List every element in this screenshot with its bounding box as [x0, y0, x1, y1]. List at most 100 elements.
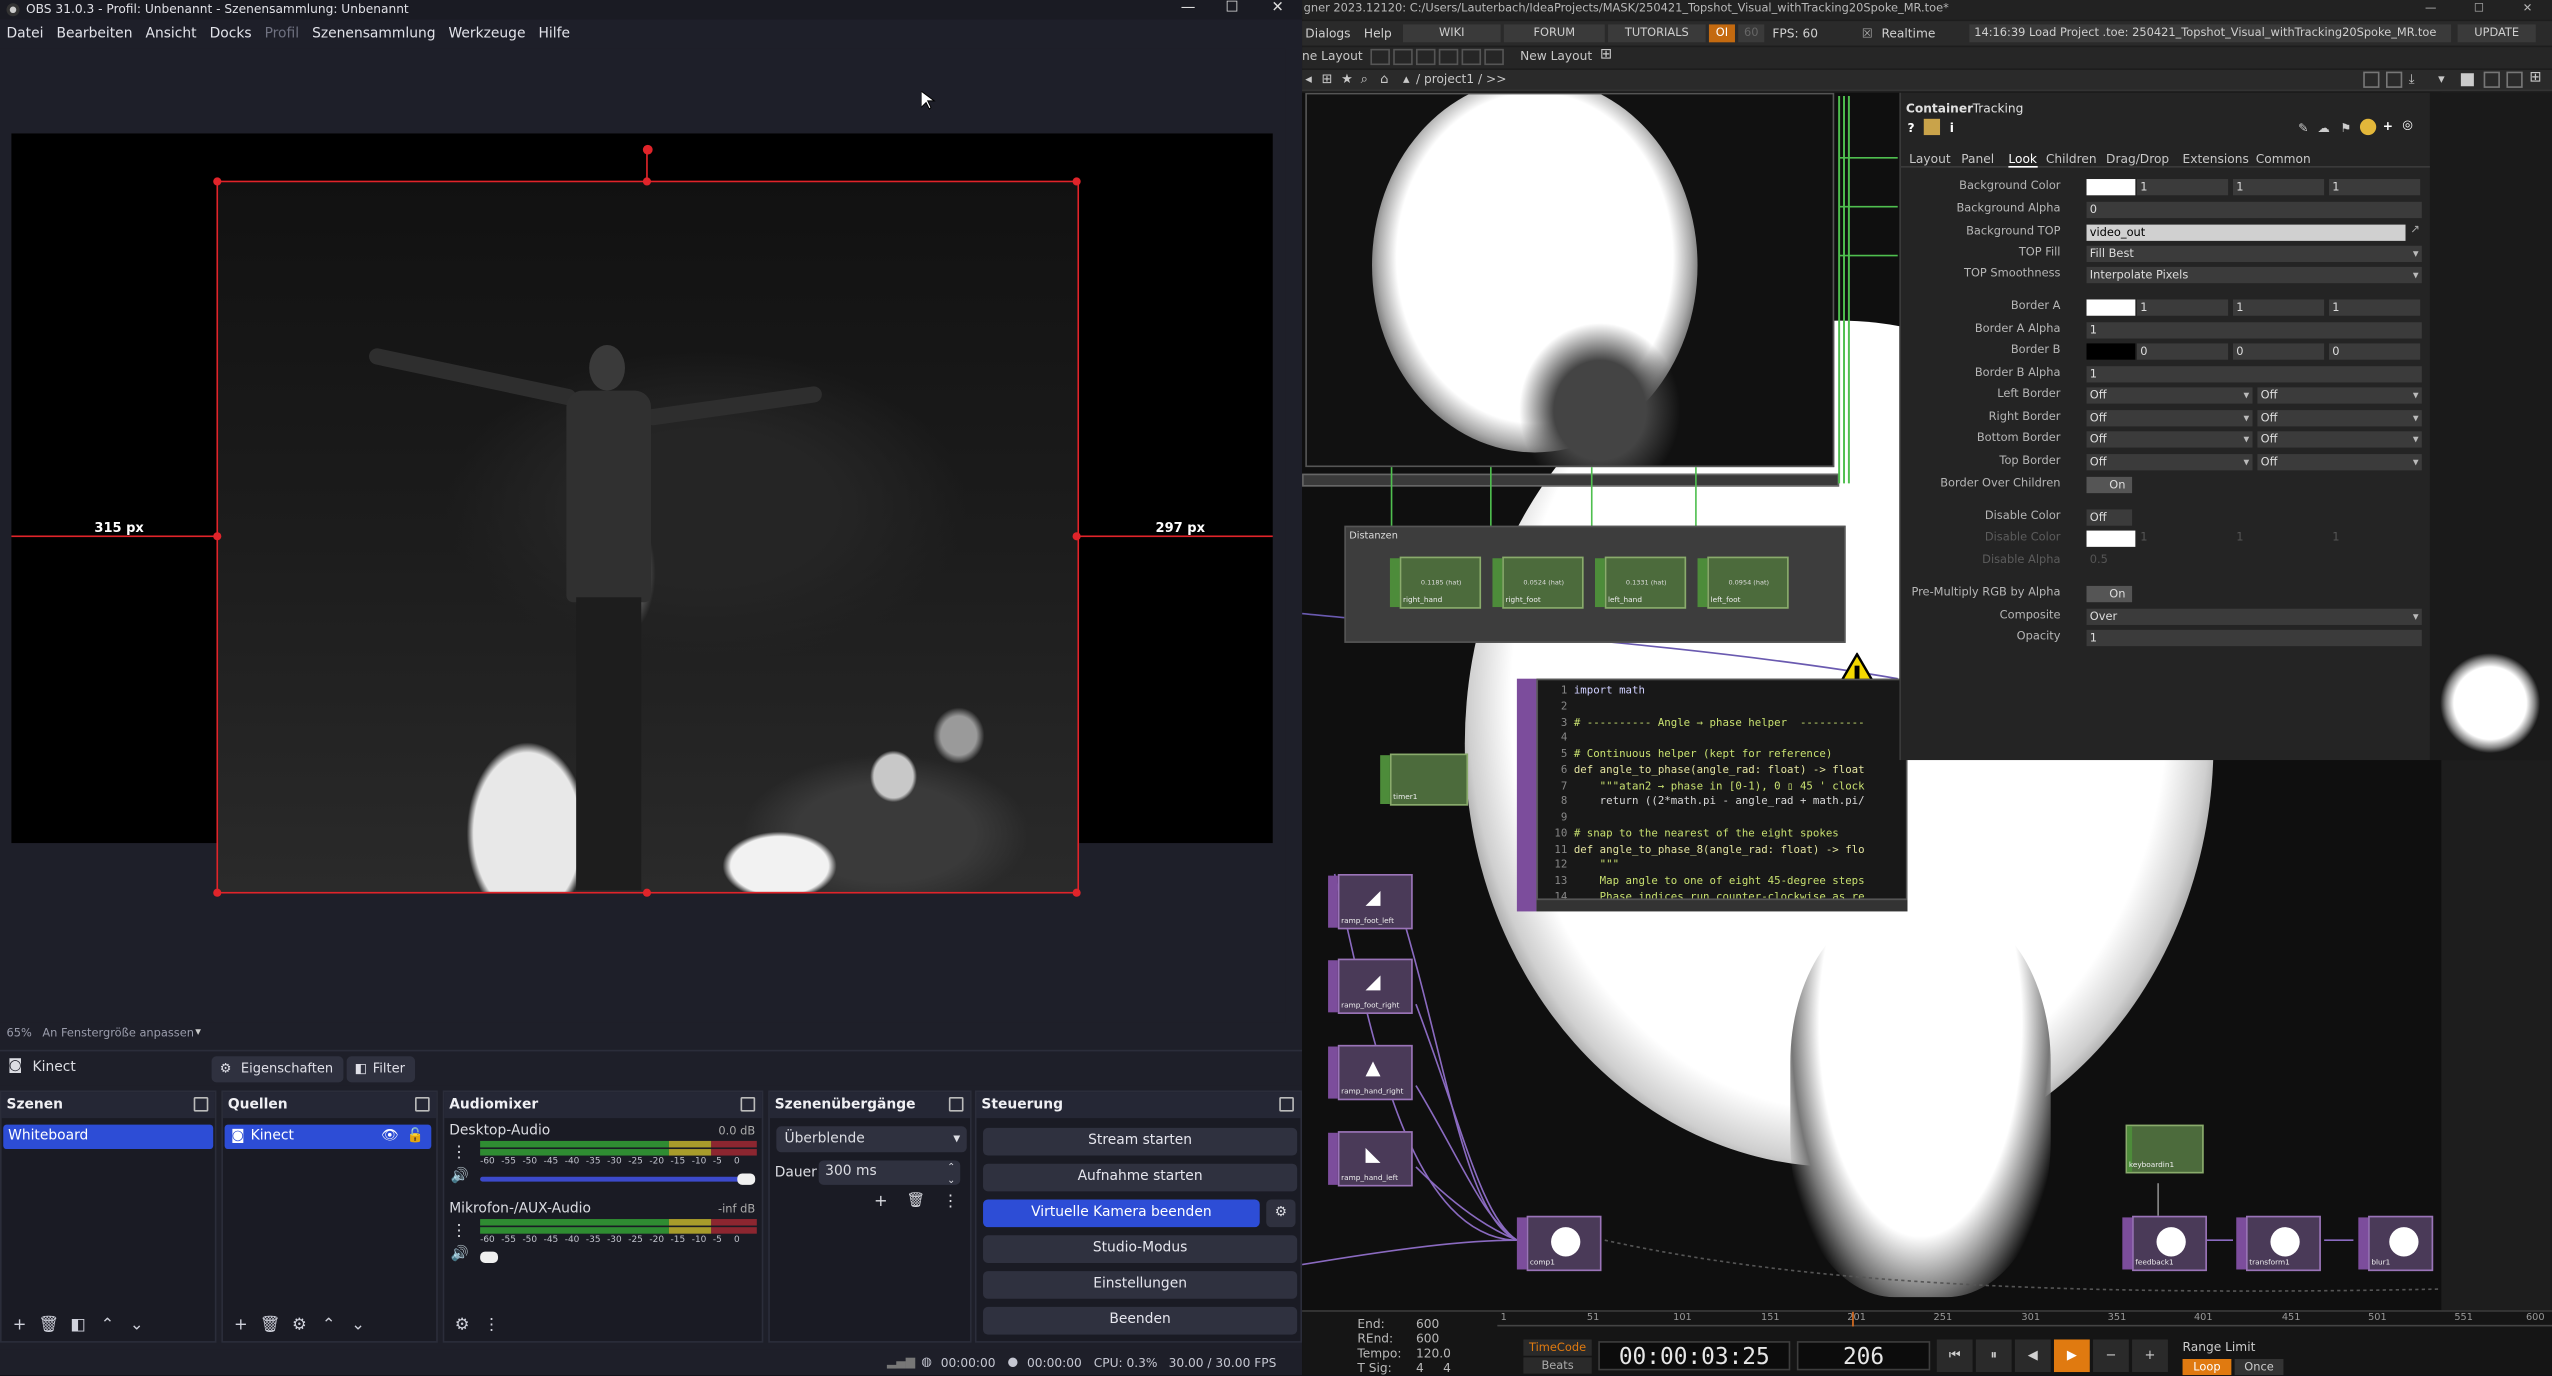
properties-button[interactable]: ⚙ Eigenschaften — [211, 1056, 343, 1083]
loop-toggle[interactable]: Loop — [2182, 1359, 2232, 1376]
stop-virtual-camera-button[interactable]: Virtuelle Kamera beenden — [983, 1199, 1260, 1228]
color-picker-icon[interactable] — [2359, 118, 2377, 136]
comment-icon[interactable]: ☁ — [2318, 120, 2330, 135]
plus-icon[interactable]: + — [2132, 1339, 2168, 1373]
menu-ansicht[interactable]: Ansicht — [139, 23, 203, 47]
op-right-hand[interactable]: 0.1185 (hat) right_hand — [1389, 556, 1482, 609]
duration-input[interactable]: 300 ms ⌃ ⌄ — [818, 1160, 961, 1186]
spin-down-icon[interactable]: ⌄ — [947, 1169, 955, 1193]
menu-profil[interactable]: Profil — [258, 23, 306, 47]
eye-icon[interactable]: 👁 — [381, 1125, 399, 1149]
settings-button[interactable]: Einstellungen — [983, 1271, 1298, 1299]
volume-slider[interactable] — [480, 1176, 751, 1182]
op-left-hand[interactable]: 0.1331 (hat) left_hand — [1594, 556, 1687, 609]
close-button[interactable]: ✕ — [1255, 0, 1301, 20]
resize-handle-tr[interactable] — [1072, 177, 1081, 186]
add-icon[interactable]: + — [8, 1315, 31, 1338]
layout-pane-button[interactable] — [1393, 48, 1413, 66]
timecode-toggle[interactable]: TimeCode — [1523, 1339, 1592, 1356]
play-icon[interactable]: ▶ — [2053, 1339, 2090, 1373]
tsig-value[interactable]: 4 4 — [1416, 1361, 1451, 1376]
kebab-menu-icon[interactable]: ⋮ — [451, 1222, 467, 1240]
timeline-ruler[interactable]: 1 51 101 151 201 251 301 351 401 451 501… — [1497, 1311, 2552, 1327]
undock-icon[interactable] — [193, 1096, 209, 1112]
menu-bearbeiten[interactable]: Bearbeiten — [50, 23, 139, 47]
star-icon[interactable]: ★ — [1341, 72, 1353, 87]
info-icon[interactable]: i — [1950, 120, 1954, 135]
undock-icon[interactable] — [740, 1096, 756, 1112]
trash-icon[interactable]: 🗑 — [37, 1315, 60, 1338]
op-ramp-foot-right[interactable]: ◢ ramp_foot_right — [1328, 958, 1413, 1014]
trash-icon[interactable]: 🗑 — [907, 1193, 926, 1209]
gear-icon[interactable]: ⚙ — [451, 1315, 474, 1338]
pencil-icon[interactable]: ✎ — [2298, 120, 2308, 135]
frame-display[interactable]: 206 — [1796, 1341, 1931, 1371]
realtime-checkbox[interactable]: ☒ — [1862, 24, 1873, 42]
layout-pane-button[interactable] — [1484, 48, 1504, 66]
pane-icon[interactable] — [2385, 71, 2403, 88]
target-icon[interactable]: ◎ — [2402, 117, 2413, 132]
layout-pane-button[interactable] — [1438, 48, 1459, 66]
resize-handle-t[interactable] — [642, 177, 652, 186]
undock-icon[interactable] — [1279, 1096, 1294, 1112]
rotation-handle[interactable] — [642, 144, 653, 155]
back-icon[interactable]: ◂ — [1305, 72, 1312, 87]
resize-handle-bl[interactable] — [213, 888, 222, 897]
studio-mode-button[interactable]: Studio-Modus — [983, 1235, 1298, 1263]
move-down-icon[interactable]: ⌄ — [125, 1315, 148, 1338]
layout-pane-button[interactable] — [1415, 48, 1436, 66]
add-icon[interactable]: + — [2383, 119, 2393, 134]
transition-select[interactable]: Überblende ▾ — [776, 1126, 967, 1153]
tab-look[interactable]: Look — [2008, 151, 2038, 168]
start-recording-button[interactable]: Aufnahme starten — [983, 1163, 1298, 1192]
op-timer[interactable]: timer1 — [1380, 753, 1469, 806]
up-icon[interactable]: ▴ — [1403, 72, 1410, 87]
add-icon[interactable]: + — [874, 1193, 888, 1211]
menu-dialogs[interactable]: Dialogs — [1305, 24, 1350, 42]
undock-icon[interactable] — [415, 1096, 430, 1112]
download-icon[interactable]: ⤓ — [2409, 72, 2415, 88]
source-item-kinect[interactable]: ◙ Kinect 👁 🔓 — [224, 1124, 432, 1150]
op-name[interactable]: Tracking — [1973, 101, 2024, 116]
arrow-icon[interactable]: ↗ — [2410, 223, 2420, 236]
op-blur[interactable]: blur1 — [2358, 1215, 2434, 1272]
resize-handle-b[interactable] — [642, 888, 652, 897]
menu-werkzeuge[interactable]: Werkzeuge — [442, 23, 532, 47]
speaker-icon[interactable]: 🔊 — [451, 1169, 469, 1185]
kinect-source-image[interactable] — [218, 182, 1078, 892]
chevron-down-icon[interactable]: ▾ — [2438, 72, 2445, 87]
update-button[interactable]: UPDATE — [2457, 24, 2536, 43]
layout-pane-button[interactable] — [1370, 48, 1390, 66]
kebab-menu-icon[interactable]: ⋮ — [451, 1144, 467, 1162]
tab-panel[interactable]: Panel — [1961, 151, 1994, 166]
pause-icon[interactable]: ⏸ — [1975, 1339, 2012, 1373]
speaker-icon[interactable]: 🔊 — [451, 1247, 469, 1263]
menu-help[interactable]: Help — [1364, 24, 1392, 42]
code-editor[interactable]: 1 2 3 4 5 6 7 8 9 10 11 12 13 14 import … — [1536, 678, 1908, 901]
rewind-start-icon[interactable]: ⏮ — [1936, 1339, 1973, 1373]
filter-button[interactable]: ◧ Filter — [346, 1056, 415, 1083]
move-up-icon[interactable]: ⌃ — [317, 1315, 340, 1338]
wiki-button[interactable]: WIKI — [1402, 24, 1501, 43]
code-scrollbar[interactable] — [1536, 900, 1908, 912]
home-icon[interactable]: ⌂ — [1380, 72, 1388, 87]
op-feedback[interactable]: feedback1 — [2122, 1215, 2207, 1272]
text-dat-viewer[interactable]: 1 2 3 4 5 6 7 8 9 10 11 12 13 14 import … — [1516, 678, 1908, 912]
search-icon[interactable]: ⌕ — [1361, 72, 1368, 88]
color-swatch[interactable] — [2086, 179, 2136, 196]
op-ramp-hand-left[interactable]: ◣ ramp_hand_left — [1328, 1131, 1413, 1187]
trash-icon[interactable]: 🗑 — [259, 1315, 282, 1338]
add-icon[interactable]: + — [229, 1315, 252, 1338]
tempo-value[interactable]: 120.0 — [1416, 1346, 1451, 1361]
close-button[interactable]: ✕ — [2523, 0, 2533, 18]
tab-children[interactable]: Children — [2046, 151, 2097, 166]
color-swatch[interactable] — [2086, 343, 2136, 360]
op-keyboard[interactable]: keyboardin1 — [2125, 1124, 2204, 1174]
add-icon[interactable]: ⊞ — [1322, 72, 1333, 87]
tab-layout[interactable]: Layout — [1909, 151, 1951, 166]
virtual-camera-settings-button[interactable]: ⚙ — [1266, 1199, 1296, 1228]
scene-item-whiteboard[interactable]: Whiteboard — [3, 1124, 214, 1150]
exit-button[interactable]: Beenden — [983, 1306, 1298, 1335]
op-comp[interactable]: comp1 — [1516, 1215, 1602, 1272]
zoom-level[interactable]: 65% — [7, 1027, 32, 1040]
